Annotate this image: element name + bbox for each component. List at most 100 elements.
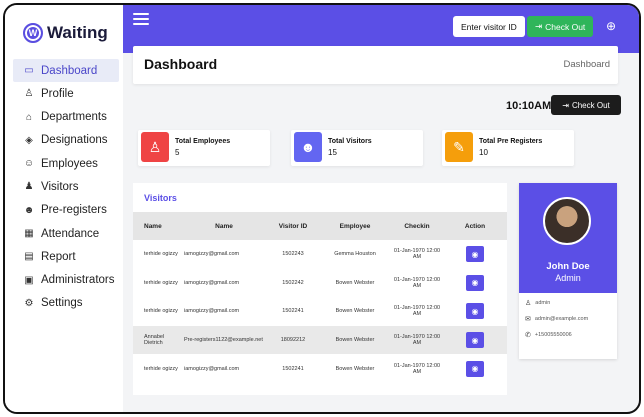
sidebar-item-departments[interactable]: ⌂ Departments (13, 106, 119, 129)
profile-username: ♙ admin (525, 299, 550, 307)
page-header: Dashboard Dashboard (133, 46, 618, 84)
action-cell: ◉ (443, 354, 507, 383)
sidebar-item-label: Settings (41, 297, 83, 310)
employee-cell: Gemma Houston (334, 251, 376, 258)
table-row: terhide ogizzy iamogizzy@gmail.com 1502241… (133, 297, 507, 326)
profile-role: Admin (555, 273, 581, 283)
employee-cell: Bowen Webster (335, 365, 375, 372)
table-row: terhide ogizzy iamogizzy@gmail.com 1502241… (133, 354, 507, 383)
visitor-name-cell: terhide ogizzy (144, 308, 178, 315)
logo-icon: W (23, 23, 43, 43)
column-header: Action (464, 222, 486, 230)
profile-banner: John Doe Admin (519, 183, 617, 293)
stat-value: 5 (175, 148, 180, 157)
visitors-table: Name Name Visitor ID Employee Checkin Ac… (133, 212, 507, 383)
checkout-label: Check Out (571, 100, 610, 110)
sidebar-item-pre-registers[interactable]: ☻ Pre-registers (13, 199, 119, 222)
sidebar-item-visitors[interactable]: ♟ Visitors (13, 175, 119, 198)
column-header: Visitor ID (278, 222, 308, 230)
sidebar: W Waiting ▭ Dashboard ♙ Profile ⌂ Departments… (5, 5, 123, 412)
building-icon: ⌂ (25, 111, 33, 123)
top-checkout-button[interactable]: ⇥ Check Out (527, 16, 594, 37)
employee-icon: ♙ (141, 132, 169, 162)
sidebar-item-label: Visitors (41, 180, 79, 193)
stat-card-preregisters[interactable]: ✎ Total Pre Registers 10 (442, 130, 574, 166)
visitors-title: Visitors (144, 193, 177, 203)
table-row: Annabel Dietrich Pre-registers1122@exampl… (133, 325, 507, 355)
view-eye-icon[interactable]: ◉ (466, 332, 484, 349)
column-header: Name (215, 222, 233, 230)
sidebar-item-label: Profile (41, 87, 74, 100)
phone-icon: ✆ (525, 332, 531, 339)
user-group-icon: ☻ (23, 204, 35, 216)
visitor-name-cell: terhide ogizzy (144, 279, 178, 286)
checkin-cell: 01-Jan-1970 12:00 AM (393, 334, 441, 347)
walking-icon: ♟ (24, 181, 34, 193)
sidebar-item-settings[interactable]: ⚙ Settings (13, 292, 119, 315)
breadcrumb: Dashboard (563, 59, 610, 70)
menu-toggle-icon[interactable] (133, 13, 149, 25)
users-icon: ☺ (23, 158, 35, 170)
layers-icon: ◈ (25, 134, 33, 146)
admin-icon: ▣ (24, 274, 34, 286)
sidebar-item-designations[interactable]: ◈ Designations (13, 129, 119, 152)
view-eye-icon[interactable]: ◉ (466, 360, 484, 377)
sidebar-item-label: Pre-registers (41, 204, 107, 217)
sidebar-item-profile[interactable]: ♙ Profile (13, 82, 119, 105)
logout-icon: ⇥ (562, 100, 569, 110)
mail-icon: ✉ (525, 316, 531, 323)
brand[interactable]: W Waiting (23, 23, 108, 43)
language-globe-icon[interactable]: ⊕ (604, 19, 618, 33)
checkin-cell: 01-Jan-1970 12:00 AM (393, 276, 441, 289)
action-cell: ◉ (443, 269, 507, 298)
stat-label: Total Employees (175, 138, 231, 145)
enter-visitor-id-button[interactable]: Enter visitor ID (453, 16, 525, 37)
user-icon: ♙ (24, 88, 34, 100)
table-header-row: Name Name Visitor ID Employee Checkin Ac… (133, 212, 507, 240)
action-cell: ◉ (443, 326, 507, 355)
column-header: Checkin (404, 222, 430, 230)
sidebar-item-label: Report (41, 250, 76, 263)
visitor-id-cell: 1502242 (282, 279, 304, 286)
action-cell: ◉ (443, 297, 507, 326)
sidebar-item-report[interactable]: ▤ Report (13, 245, 119, 268)
visitors-section: Visitors Name Name Visitor ID Employee C… (133, 183, 507, 395)
app-window: W Waiting ▭ Dashboard ♙ Profile ⌂ Departments… (3, 3, 641, 414)
sidebar-item-label: Departments (41, 111, 107, 124)
sidebar-item-administrators[interactable]: ▣ Administrators (13, 269, 119, 292)
visitors-icon: ☻ (294, 132, 322, 162)
visitor-name-cell: Annabel Dietrich (144, 334, 165, 347)
stat-label: Total Visitors (328, 138, 372, 145)
sidebar-item-label: Dashboard (41, 64, 98, 77)
profile-name: John Doe (546, 261, 590, 272)
profile-phone: ✆ +15005550006 (525, 331, 572, 339)
visitor-name-cell: terhide ogizzy (144, 251, 178, 258)
checkin-cell: 01-Jan-1970 12:00 AM (393, 248, 441, 261)
stat-value: 10 (479, 148, 488, 157)
view-eye-icon[interactable]: ◉ (466, 303, 484, 320)
user-icon: ♙ (525, 300, 532, 307)
profile-username-value: admin (535, 300, 551, 306)
sidebar-item-attendance[interactable]: ▦ Attendance (13, 222, 119, 245)
stat-label: Total Pre Registers (479, 138, 543, 145)
calendar-icon: ▦ (24, 228, 34, 240)
visitor-name-cell: terhide ogizzy (144, 365, 178, 372)
clipboard-icon: ✎ (445, 132, 473, 162)
profile-card: John Doe Admin ♙ admin ✉ admin@example.c… (519, 183, 617, 359)
sidebar-item-dashboard[interactable]: ▭ Dashboard (13, 59, 119, 82)
brand-name: Waiting (47, 23, 108, 42)
stat-card-visitors[interactable]: ☻ Total Visitors 15 (291, 130, 423, 166)
sidebar-item-label: Attendance (41, 227, 100, 240)
stat-card-employees[interactable]: ♙ Total Employees 5 (138, 130, 270, 166)
visitor-id-cell: 1502243 (282, 251, 304, 258)
sidebar-item-employees[interactable]: ☺ Employees (13, 152, 119, 175)
checkout-button[interactable]: ⇥ Check Out (551, 95, 621, 115)
view-eye-icon[interactable]: ◉ (466, 246, 484, 263)
employee-cell: Bowen Webster (335, 337, 375, 344)
visitor-email-cell: Pre-registers1122@example.net (184, 337, 263, 344)
avatar[interactable] (543, 197, 591, 245)
visitor-email-cell: iamogizzy@gmail.com (184, 308, 240, 315)
report-icon: ▤ (24, 251, 34, 263)
view-eye-icon[interactable]: ◉ (466, 274, 484, 291)
checkin-cell: 01-Jan-1970 12:00 AM (393, 305, 441, 318)
